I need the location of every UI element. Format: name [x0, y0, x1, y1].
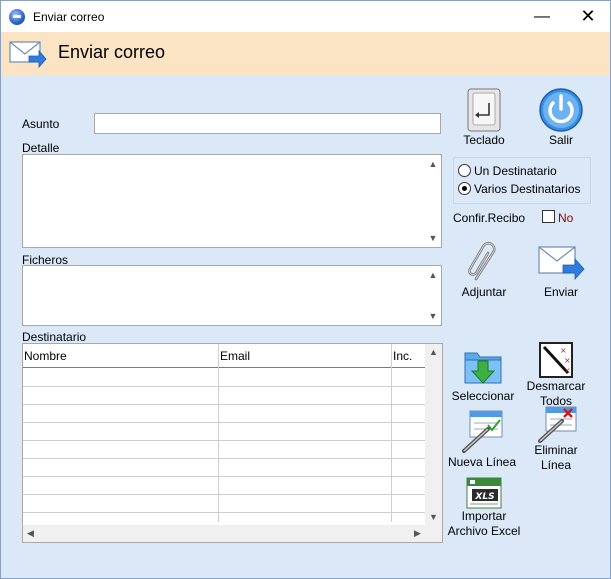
table-header: Nombre Email Inc. [23, 344, 426, 368]
close-button[interactable]: ✕ [565, 1, 611, 32]
confir-recibo-checkbox[interactable] [542, 210, 555, 223]
page-title: Enviar correo [58, 42, 166, 62]
radio-empty-icon[interactable] [458, 164, 471, 177]
column-divider [391, 344, 392, 522]
new-line-icon [462, 410, 503, 453]
nueva-linea-label: Nueva Línea [447, 455, 517, 469]
table-row[interactable] [23, 512, 426, 513]
detalle-scrollbar[interactable]: ▲ ▼ [425, 155, 441, 247]
importar-label-1: Importar [461, 509, 507, 523]
salir-button[interactable]: Salir [533, 87, 589, 148]
teclado-button[interactable]: Teclado [457, 87, 511, 148]
column-inc[interactable]: Inc. [393, 349, 412, 363]
desmarcar-label-1: Desmarcar [526, 379, 586, 393]
xls-file-icon: XLS [466, 477, 502, 509]
scroll-up-icon[interactable]: ▲ [425, 157, 441, 171]
scroll-down-icon[interactable]: ▼ [429, 512, 438, 522]
table-row[interactable] [23, 458, 426, 459]
scroll-right-icon[interactable]: ▶ [414, 528, 421, 539]
uncheck-all-icon: × × × [539, 342, 573, 378]
table-row[interactable] [23, 494, 426, 495]
teclado-label: Teclado [463, 133, 505, 147]
seleccionar-label: Seleccionar [451, 389, 515, 403]
desmarcar-todos-button[interactable]: × × × Desmarcar Todos [522, 341, 590, 409]
table-row[interactable] [23, 386, 426, 387]
eliminar-label-2: Línea [540, 458, 572, 472]
svg-text:×: × [560, 346, 567, 355]
scroll-down-icon[interactable]: ▼ [425, 309, 441, 323]
salir-label: Salir [548, 133, 573, 147]
destinatario-mode-group: Un Destinatario Varios Destinatarios [453, 157, 591, 204]
table-row[interactable] [23, 404, 426, 405]
header-banner: Enviar correo [1, 32, 610, 75]
un-destinatario-label: Un Destinatario [474, 164, 557, 178]
mail-arrow-icon [9, 41, 47, 69]
column-nombre[interactable]: Nombre [24, 349, 67, 363]
svg-text:×: × [564, 356, 571, 365]
scroll-left-icon[interactable]: ◀ [27, 528, 34, 539]
delete-line-icon [538, 406, 577, 443]
table-vertical-scrollbar[interactable]: ▲ ▼ [425, 344, 442, 526]
detalle-textarea[interactable]: ▲ ▼ [22, 154, 442, 248]
asunto-input[interactable] [94, 113, 441, 134]
svg-text:XLS: XLS [474, 492, 494, 502]
asunto-label: Asunto [22, 117, 60, 131]
nueva-linea-button[interactable]: Nueva Línea [446, 409, 518, 470]
varios-destinatarios-label: Varios Destinatarios [474, 182, 581, 196]
table-row[interactable] [23, 476, 426, 477]
column-email[interactable]: Email [220, 349, 250, 363]
detalle-label: Detalle [22, 141, 60, 155]
radio-selected-icon[interactable] [458, 182, 471, 195]
destinatario-table[interactable]: Nombre Email Inc. ▲ ▼ ◀ ▶ [22, 343, 443, 543]
table-horizontal-scrollbar[interactable]: ◀ ▶ [23, 525, 426, 542]
minimize-button[interactable]: — [519, 1, 565, 32]
app-icon [9, 9, 25, 25]
varios-destinatarios-radio[interactable]: Varios Destinatarios [458, 182, 581, 196]
eliminar-linea-button[interactable]: Eliminar Línea [524, 405, 588, 473]
table-row[interactable] [23, 422, 426, 423]
title-bar: Enviar correo — ✕ [1, 1, 610, 32]
ficheros-scrollbar[interactable]: ▲ ▼ [425, 266, 441, 325]
window-title: Enviar correo [33, 10, 105, 24]
adjuntar-button[interactable]: Adjuntar [456, 239, 512, 300]
seleccionar-button[interactable]: Seleccionar [448, 343, 518, 404]
importar-excel-button[interactable]: XLS Importar Archivo Excel [446, 477, 522, 539]
keyboard-key-icon [467, 88, 501, 132]
confir-recibo-value: No [558, 211, 574, 225]
enviar-button[interactable]: Enviar [534, 241, 588, 300]
adjuntar-label: Adjuntar [461, 285, 507, 299]
importar-label-2: Archivo Excel [447, 524, 521, 538]
table-row[interactable] [23, 440, 426, 441]
confir-recibo-label: Confir.Recibo [453, 211, 526, 225]
eliminar-label-1: Eliminar [534, 443, 578, 457]
un-destinatario-radio[interactable]: Un Destinatario [458, 164, 557, 178]
send-mail-icon [538, 246, 585, 281]
scroll-up-icon[interactable]: ▲ [425, 268, 441, 282]
scroll-up-icon[interactable]: ▲ [429, 347, 438, 357]
scroll-down-icon[interactable]: ▼ [425, 231, 441, 245]
scrollbar-corner [425, 525, 442, 542]
paperclip-icon [468, 241, 496, 281]
enviar-label: Enviar [543, 285, 578, 299]
column-divider [218, 344, 219, 522]
ficheros-list[interactable]: ▲ ▼ [22, 265, 442, 326]
folder-download-icon [464, 352, 502, 384]
destinatario-label: Destinatario [22, 330, 87, 344]
power-icon [539, 88, 583, 132]
enviar-correo-window: Enviar correo — ✕ Enviar correo Asunto D… [0, 0, 611, 579]
svg-text:×: × [564, 366, 571, 375]
